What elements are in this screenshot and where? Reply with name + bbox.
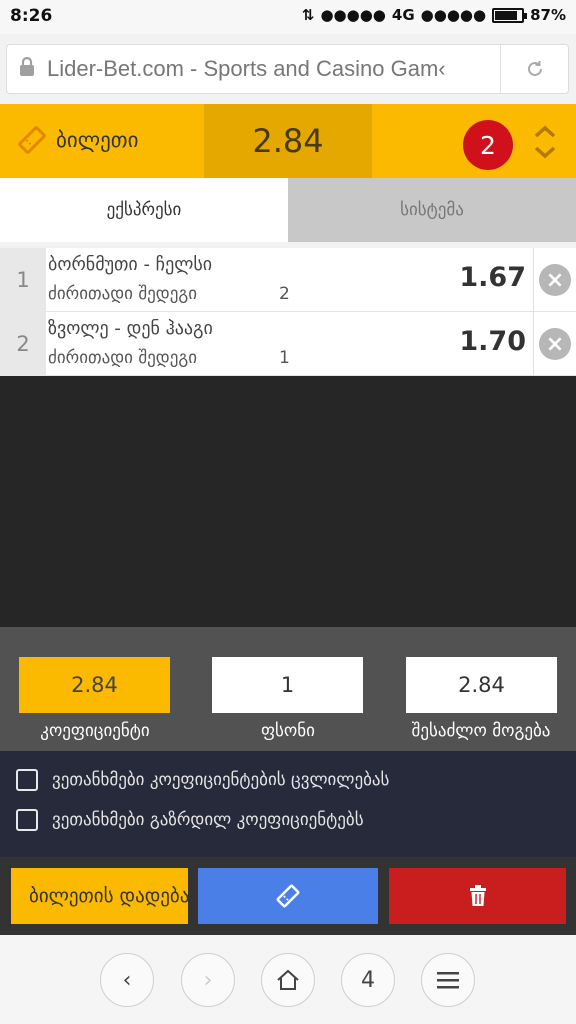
possible-win-label: შესაძლო მოგება	[411, 721, 551, 741]
ticket-icon	[276, 884, 300, 908]
battery-fill	[495, 10, 518, 20]
bet-teams: ზვოლე - დენ ჰააგი	[48, 318, 213, 339]
trash-icon	[469, 885, 486, 906]
bet-list: 1 ბორნმუთი - ჩელსი ძირითადი შედეგი 2 1.6…	[0, 248, 576, 376]
bet-market: ძირითადი შედეგი	[48, 284, 198, 304]
ticket-title: ბილეთი	[56, 128, 139, 152]
bet-teams: ბორნმუთი - ჩელსი	[48, 254, 213, 275]
list-item: 2 ზვოლე - დენ ჰააგი ძირითადი შედეგი 1 1.…	[0, 312, 576, 376]
ticket-button[interactable]	[198, 868, 378, 924]
stake-label: ფსონი	[261, 721, 315, 741]
tabs-button[interactable]: 4	[341, 953, 395, 1007]
network-type: 4G	[391, 6, 415, 24]
divider	[533, 248, 534, 312]
odds-value: 2.84	[19, 657, 170, 713]
bet-odds: 1.70	[459, 326, 526, 357]
chevron-right-icon: ›	[203, 967, 213, 993]
expand-collapse-icon[interactable]	[530, 122, 560, 162]
ticket-summary: 2.84 1 2.84 კოეფიციენტი ფსონი შესაძლო მო…	[0, 627, 576, 751]
battery-percent: 87%	[530, 6, 566, 24]
bet-odds: 1.67	[459, 262, 526, 293]
agree-odds-change-row[interactable]: ვეთანხმები კოეფიციენტების ცვლილებას	[16, 769, 389, 791]
back-button[interactable]: ‹	[100, 953, 154, 1007]
stake-input[interactable]: 1	[212, 657, 363, 713]
bet-count-badge: 2	[463, 120, 513, 170]
tab-system[interactable]: სისტემა	[288, 178, 576, 242]
divider	[533, 312, 534, 376]
wifi-signal-icon: ●●●●●	[420, 6, 487, 24]
status-indicators: ⇅ ●●●●● 4G ●●●●● 87%	[302, 6, 566, 24]
remove-bet-button[interactable]: ×	[539, 328, 571, 360]
remove-bet-button[interactable]: ×	[539, 264, 571, 296]
list-item: 1 ბორნმუთი - ჩელსი ძირითადი შედეგი 2 1.6…	[0, 248, 576, 312]
ticket-header[interactable]: ბილეთი 2.84 2	[0, 104, 576, 178]
bet-number: 1	[0, 248, 46, 312]
home-button[interactable]	[261, 953, 315, 1007]
battery-icon	[492, 7, 528, 23]
reload-button[interactable]	[501, 44, 569, 94]
agree-increased-odds-checkbox[interactable]	[16, 809, 38, 831]
bet-type-tabs: ექსპრესი სისტემა	[0, 178, 576, 242]
bet-number: 2	[0, 312, 46, 376]
agreements-panel: ვეთანხმები კოეფიციენტების ცვლილებას ვეთა…	[0, 751, 576, 857]
bet-outcome: 2	[279, 284, 290, 304]
close-icon: ×	[545, 267, 565, 293]
empty-area	[0, 376, 576, 627]
address-bar[interactable]: Lider-Bet.com - Sports and Casino Gam‹	[6, 44, 501, 94]
total-odds: 2.84	[204, 104, 372, 178]
place-bet-button[interactable]: ბილეთის დადება	[11, 868, 188, 924]
tab-express[interactable]: ექსპრესი	[0, 178, 288, 242]
browser-toolbar: Lider-Bet.com - Sports and Casino Gam‹	[0, 34, 576, 104]
delete-ticket-button[interactable]	[389, 868, 566, 924]
agree-odds-change-checkbox[interactable]	[16, 769, 38, 791]
close-icon: ×	[545, 331, 565, 357]
ticket-icon	[18, 126, 46, 154]
agree-odds-change-label: ვეთანხმები კოეფიციენტების ცვლილებას	[52, 770, 390, 790]
status-bar: 8:26 ⇅ ●●●●● 4G ●●●●● 87%	[0, 0, 576, 34]
forward-button[interactable]: ›	[181, 953, 235, 1007]
odds-label: კოეფიციენტი	[40, 721, 150, 741]
possible-win-value: 2.84	[406, 657, 557, 713]
agree-increased-odds-label: ვეთანხმები გაზრდილ კოეფიციენტებს	[52, 810, 364, 830]
lock-icon	[7, 56, 47, 82]
signal-icon: ●●●●●	[320, 6, 386, 24]
browser-nav-bar: ‹ › 4	[0, 935, 576, 1024]
ticket-actions: ბილეთის დადება	[0, 857, 576, 935]
page-title: Lider-Bet.com - Sports and Casino Gam‹	[47, 56, 446, 81]
menu-button[interactable]	[421, 953, 475, 1007]
status-time: 8:26	[10, 6, 53, 26]
hamburger-icon	[437, 972, 459, 989]
agree-increased-odds-row[interactable]: ვეთანხმები გაზრდილ კოეფიციენტებს	[16, 809, 364, 831]
bet-market: ძირითადი შედეგი	[48, 348, 198, 368]
data-transfer-icon: ⇅	[301, 6, 315, 24]
reload-icon	[527, 61, 542, 76]
home-icon	[277, 969, 299, 990]
bet-outcome: 1	[279, 348, 290, 368]
chevron-left-icon: ‹	[122, 967, 132, 993]
